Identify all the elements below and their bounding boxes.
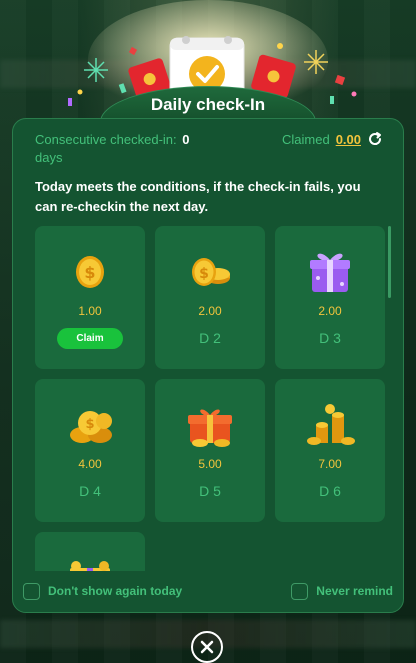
coin-pile-icon: $	[70, 411, 112, 443]
never-remind-label: Never remind	[316, 584, 393, 598]
consecutive-label: Consecutive checked-in:	[35, 132, 177, 147]
treasure-box-icon	[188, 409, 232, 447]
reward-card-day-5[interactable]: 5.00 D 5	[155, 379, 265, 522]
dont-show-today-label: Don't show again today	[48, 584, 183, 598]
coin-tower-icon	[307, 404, 355, 445]
dialog-title: Daily check-In	[150, 95, 266, 114]
reward-amount: 2.00	[318, 304, 342, 318]
reward-amount: 2.00	[198, 304, 222, 318]
svg-text:$: $	[85, 417, 94, 432]
consecutive-checkin-text: Consecutive checked-in: 0 days	[35, 131, 225, 167]
never-remind-checkbox[interactable]	[291, 582, 309, 600]
gold-gift-icon	[70, 561, 110, 571]
reward-day-label: D 4	[79, 483, 101, 499]
coins-stack-icon: $	[192, 258, 230, 286]
reward-amount: 4.00	[78, 457, 102, 471]
reward-day-label: D 5	[199, 483, 221, 499]
reward-day-label: D 2	[199, 330, 221, 346]
reward-card-day-3[interactable]: 2.00 D 3	[275, 226, 385, 369]
close-button[interactable]	[191, 631, 223, 663]
dont-show-today-checkbox[interactable]	[23, 582, 40, 600]
reward-card-day-2[interactable]: $ 2.00 D 2	[155, 226, 265, 369]
claimed-summary: Claimed 0.00	[282, 131, 383, 147]
dialog-footer: Don't show again today Never remind	[23, 580, 393, 602]
reward-grid: $ 1.00 Claim $ 2.00 D 2 2.00 D 3 $ 4.00 …	[35, 226, 391, 571]
claim-button[interactable]: Claim	[57, 328, 123, 349]
close-icon	[200, 640, 214, 654]
claimed-amount: 0.00	[335, 131, 361, 147]
checkin-status-row: Consecutive checked-in: 0 days Claimed 0…	[35, 131, 383, 167]
daily-checkin-dialog: Consecutive checked-in: 0 days Claimed 0…	[12, 118, 404, 613]
dont-show-today-option[interactable]: Don't show again today	[23, 582, 183, 600]
refresh-icon[interactable]	[367, 131, 383, 147]
reward-card-day-4[interactable]: $ 4.00 D 4	[35, 379, 145, 522]
consecutive-count: 0	[182, 132, 190, 147]
reward-amount: 7.00	[318, 457, 342, 471]
reward-card-day-7[interactable]	[35, 532, 145, 571]
reward-card-day-6[interactable]: 7.00 D 6	[275, 379, 385, 522]
svg-text:$: $	[84, 263, 95, 282]
consecutive-unit: days	[35, 150, 63, 165]
checkin-notice: Today meets the conditions, if the check…	[35, 179, 361, 214]
reward-grid-scroll[interactable]: $ 1.00 Claim $ 2.00 D 2 2.00 D 3 $ 4.00 …	[35, 226, 391, 571]
reward-amount: 5.00	[198, 457, 222, 471]
svg-text:$: $	[199, 266, 209, 282]
reward-amount: 1.00	[78, 304, 102, 318]
reward-day-label: D 6	[319, 483, 341, 499]
never-remind-option[interactable]: Never remind	[291, 582, 393, 600]
reward-day-label: D 3	[319, 330, 341, 346]
claimed-label: Claimed	[282, 131, 330, 147]
coin-icon: $	[76, 256, 104, 288]
grid-scrollbar[interactable]	[388, 226, 391, 298]
purple-gift-icon	[310, 253, 350, 292]
reward-card-day-1[interactable]: $ 1.00 Claim	[35, 226, 145, 369]
